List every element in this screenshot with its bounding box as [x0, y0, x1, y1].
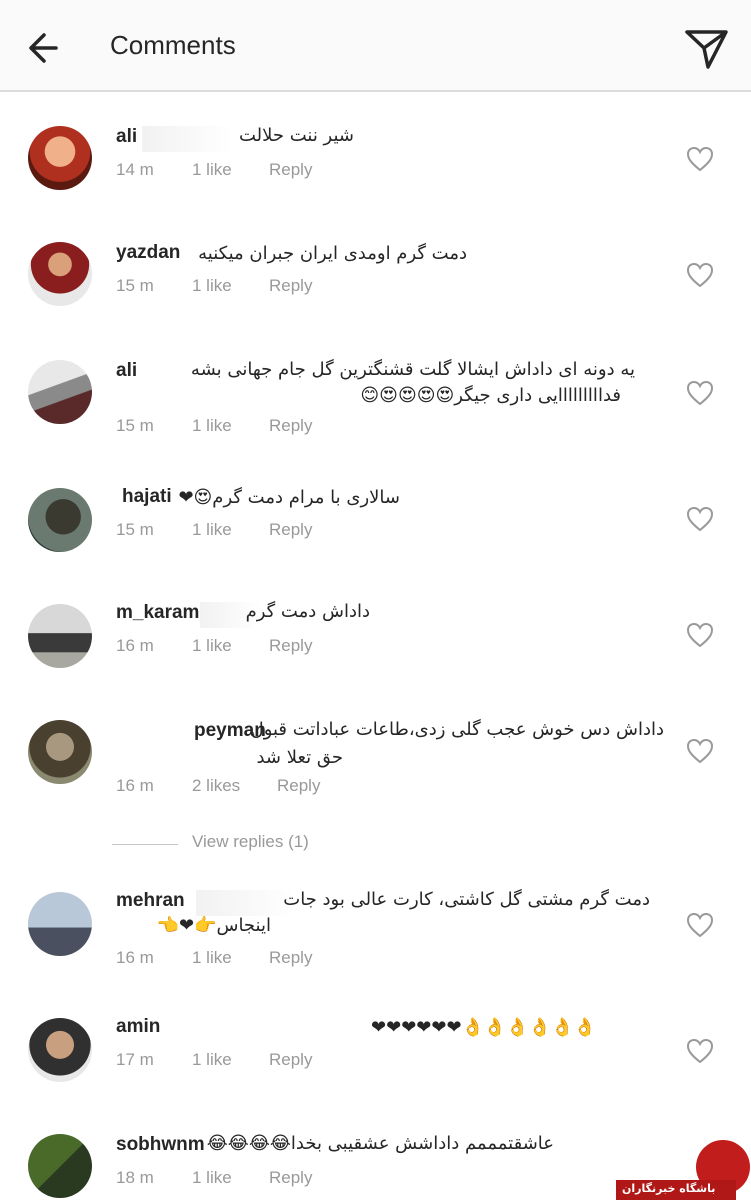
comment-item: mehran دمت گرم مشتی گل کاشتی، کارت عالی …: [0, 886, 751, 986]
comment-text: سالاری با مرام دمت گرم😍❤: [178, 487, 400, 508]
like-heart-icon[interactable]: [686, 912, 714, 938]
comment-text-line1: یه دونه ای داداش ایشالا گلت قشنگترین گل …: [190, 359, 635, 380]
comment-item: ali یه دونه ای داداش ایشالا گلت قشنگترین…: [0, 356, 751, 456]
comment-username[interactable]: hajati: [122, 486, 172, 508]
reply-button[interactable]: Reply: [269, 636, 312, 656]
header-bar: Comments: [0, 0, 751, 92]
comment-username[interactable]: amin: [116, 1016, 160, 1038]
comment-text: دمت گرم اومدی ایران جبران میکنیه: [198, 243, 467, 264]
comment-likes[interactable]: 1 like: [192, 160, 232, 180]
page-title: Comments: [110, 30, 236, 60]
divider: [112, 844, 178, 845]
comment-time: 15 m: [116, 416, 154, 435]
comment-time: 15 m: [116, 520, 154, 539]
reply-button[interactable]: Reply: [277, 776, 320, 796]
comment-time: 17 m: [116, 1050, 154, 1069]
comment-username[interactable]: yazdan: [116, 242, 180, 264]
comment-item: amin 👌👌👌👌👌👌❤❤❤❤❤❤ 17 m 1 like Reply: [0, 1014, 751, 1094]
comment-text-line1: دمت گرم مشتی گل کاشتی، کارت عالی بود جات: [283, 889, 650, 910]
comment-likes[interactable]: 2 likes: [192, 776, 240, 796]
comment-username[interactable]: sobhwnm: [116, 1134, 205, 1156]
comment-text: عاشقتمممم داداشش عشقیبی بخدا😂😂😂😂: [206, 1133, 554, 1154]
comment-username[interactable]: ali: [116, 360, 137, 382]
comment-likes[interactable]: 1 like: [192, 1050, 232, 1070]
comment-likes[interactable]: 1 like: [192, 276, 232, 296]
avatar[interactable]: [28, 126, 92, 190]
comment-item: peyman داداش دس خوش عجب گلی زدی،طاعات عب…: [0, 716, 751, 816]
comment-username[interactable]: ali: [116, 126, 137, 148]
comment-item: hajati سالاری با مرام دمت گرم😍❤ 15 m 1 l…: [0, 484, 751, 564]
reply-button[interactable]: Reply: [269, 416, 312, 436]
avatar[interactable]: [28, 488, 92, 552]
comment-text: 👌👌👌👌👌👌❤❤❤❤❤❤: [371, 1017, 596, 1038]
redacted-name: [142, 126, 232, 152]
reply-button[interactable]: Reply: [269, 520, 312, 540]
avatar[interactable]: [28, 720, 92, 784]
comment-time: 16 m: [116, 636, 154, 655]
watermark-logo: باشگاه خبرنگاران: [616, 1140, 751, 1200]
like-heart-icon[interactable]: [686, 506, 714, 532]
reply-button[interactable]: Reply: [269, 1168, 312, 1188]
comment-time: 16 m: [116, 948, 154, 967]
like-heart-icon[interactable]: [686, 262, 714, 288]
comment-username[interactable]: m_karam: [116, 602, 199, 624]
avatar[interactable]: [28, 604, 92, 668]
comment-time: 14 m: [116, 160, 154, 179]
direct-message-button[interactable]: [680, 22, 732, 74]
comment-text-line1: داداش دس خوش عجب گلی زدی،طاعات عباداتت ق…: [250, 719, 664, 740]
arrow-left-icon: [29, 33, 58, 63]
comment-text: شیر ننت حلالت: [238, 125, 354, 146]
comment-likes[interactable]: 1 like: [192, 636, 232, 656]
watermark-text: باشگاه خبرنگاران: [622, 1182, 716, 1195]
comment-text: داداش دمت گرم: [245, 601, 370, 622]
like-heart-icon[interactable]: [686, 146, 714, 172]
avatar[interactable]: [28, 360, 92, 424]
comment-time: 18 m: [116, 1168, 154, 1187]
view-replies-button[interactable]: View replies (1): [192, 832, 309, 852]
like-heart-icon[interactable]: [686, 1038, 714, 1064]
avatar[interactable]: [28, 892, 92, 956]
comment-item: yazdan دمت گرم اومدی ایران جبران میکنیه …: [0, 238, 751, 328]
reply-button[interactable]: Reply: [269, 1050, 312, 1070]
avatar[interactable]: [28, 1018, 92, 1082]
back-button[interactable]: [20, 24, 68, 72]
comment-text-line2: فدااااااااایی داری جیگر😍😍😍😍😊: [360, 385, 621, 406]
send-icon: [685, 30, 728, 69]
comment-username[interactable]: mehran: [116, 890, 185, 912]
comment-item: ali شیر ننت حلالت 14 m 1 like Reply: [0, 120, 751, 210]
comment-likes[interactable]: 1 like: [192, 1168, 232, 1188]
comment-likes[interactable]: 1 like: [192, 520, 232, 540]
comment-likes[interactable]: 1 like: [192, 948, 232, 968]
reply-button[interactable]: Reply: [269, 948, 312, 968]
comment-text-line2: اینجاس👉❤👈: [156, 915, 271, 936]
reply-button[interactable]: Reply: [269, 276, 312, 296]
comment-likes[interactable]: 1 like: [192, 416, 232, 436]
like-heart-icon[interactable]: [686, 622, 714, 648]
comment-text-line2: حق تعلا شد: [256, 747, 343, 768]
comment-time: 15 m: [116, 276, 154, 295]
like-heart-icon[interactable]: [686, 738, 714, 764]
avatar[interactable]: [28, 1134, 92, 1198]
avatar[interactable]: [28, 242, 92, 306]
comment-item: m_karam داداش دمت گرم 16 m 1 like Reply: [0, 600, 751, 680]
comment-time: 16 m: [116, 776, 154, 795]
reply-button[interactable]: Reply: [269, 160, 312, 180]
like-heart-icon[interactable]: [686, 380, 714, 406]
